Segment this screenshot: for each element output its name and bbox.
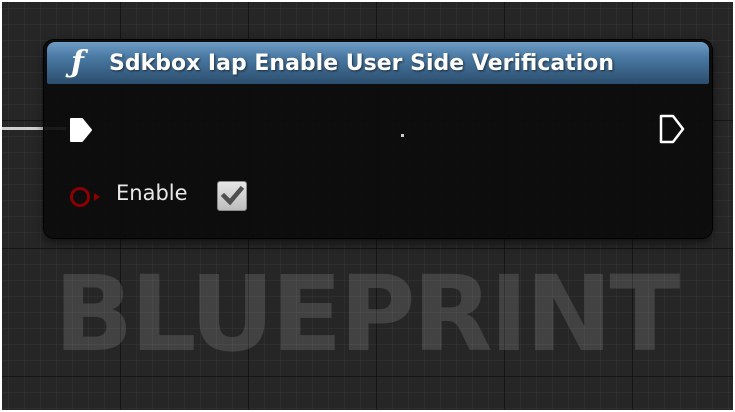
bool-pin-icon[interactable]	[68, 185, 106, 209]
exec-input-pin-icon[interactable]	[68, 116, 94, 144]
node-title: Sdkbox Iap Enable User Side Verification	[109, 51, 615, 76]
exec-output-pin-icon[interactable]	[658, 113, 686, 145]
checkmark-icon	[220, 185, 245, 206]
enable-pin-label: Enable	[116, 181, 188, 205]
node-header[interactable]: ƒ Sdkbox Iap Enable User Side Verificati…	[47, 42, 709, 84]
function-icon: ƒ	[71, 45, 84, 80]
function-node[interactable]: ƒ Sdkbox Iap Enable User Side Verificati…	[44, 40, 712, 238]
blueprint-watermark: BLUEPRINT	[54, 253, 680, 375]
node-center-dot	[401, 134, 404, 137]
enable-checkbox[interactable]	[217, 181, 247, 211]
blueprint-graph-canvas[interactable]: BLUEPRINT ƒ Sdkbox Iap Enable User Side …	[2, 2, 733, 410]
